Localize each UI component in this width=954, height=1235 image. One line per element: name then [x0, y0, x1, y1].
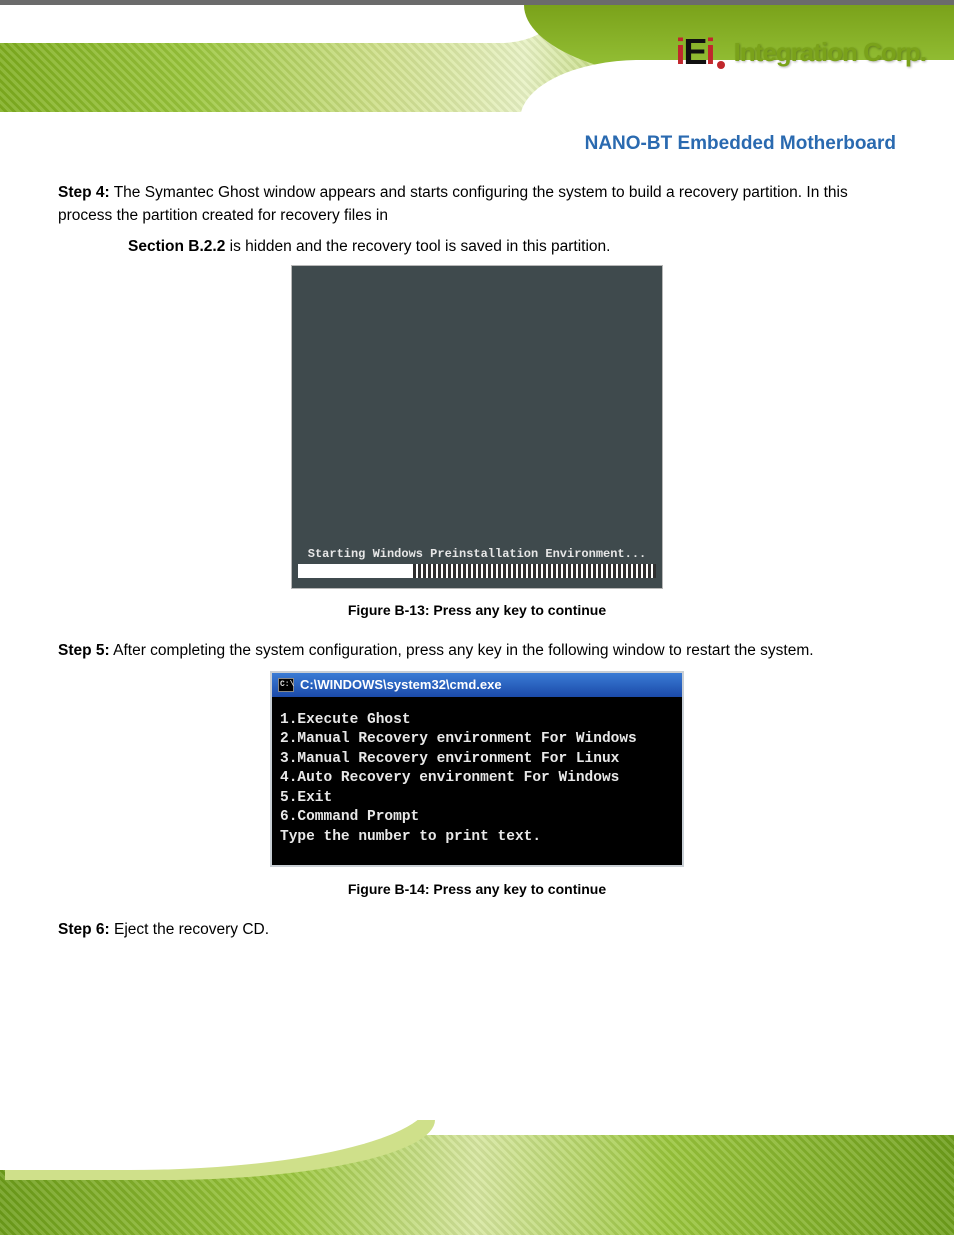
figure-b13-caption: Figure B-13: Press any key to continue — [58, 600, 896, 621]
logo-mark-icon: iEi — [676, 31, 728, 73]
figure-b14: C:\WINDOWS\system32\cmd.exe 1.Execute Gh… — [270, 671, 684, 868]
cmd-icon — [278, 678, 294, 692]
step-6-label: Step 6: — [58, 921, 110, 938]
cmd-line-4: 4.Auto Recovery environment For Windows — [280, 770, 619, 786]
cmd-line-1: 1.Execute Ghost — [280, 712, 411, 728]
cmd-body: 1.Execute Ghost 2.Manual Recovery enviro… — [272, 697, 682, 866]
step-4: Step 4: The Symantec Ghost window appear… — [58, 181, 896, 228]
cmd-titlebar: C:\WINDOWS\system32\cmd.exe — [272, 673, 682, 697]
step-4-label: Step 4: — [58, 184, 110, 201]
figure-b13: Starting Windows Preinstallation Environ… — [292, 266, 662, 588]
step-4-rest: is hidden and the recovery tool is saved… — [225, 238, 610, 255]
step-6-text: Eject the recovery CD. — [114, 921, 269, 938]
step-5: Step 5: After completing the system conf… — [58, 639, 896, 662]
cmd-line-5: 5.Exit — [280, 790, 332, 806]
header-swoosh — [0, 5, 560, 43]
cmd-prompt: Type the number to print text. — [280, 829, 541, 845]
winpe-loading-text: Starting Windows Preinstallation Environ… — [292, 548, 662, 560]
figure-b14-caption: Figure B-14: Press any key to continue — [58, 879, 896, 900]
page-body: NANO-BT Embedded Motherboard Step 4: The… — [0, 120, 954, 950]
cmd-line-3: 3.Manual Recovery environment For Linux — [280, 751, 619, 767]
step-5-text: After completing the system configuratio… — [113, 642, 813, 659]
progress-bar-icon — [298, 564, 656, 578]
brand-name: Integration Corp. — [734, 37, 926, 68]
document-title: NANO-BT Embedded Motherboard — [58, 130, 896, 159]
cmd-title-text: C:\WINDOWS\system32\cmd.exe — [300, 678, 502, 691]
footer-swoosh — [0, 1100, 430, 1170]
footer-banner — [0, 1135, 954, 1235]
header-banner: iEi Integration Corp. — [0, 0, 954, 112]
cmd-line-2: 2.Manual Recovery environment For Window… — [280, 731, 637, 747]
step-4-section-ref: Section B.2.2 — [128, 238, 225, 255]
step-4-text: The Symantec Ghost window appears and st… — [58, 184, 848, 224]
step-4-continuation: Section B.2.2 is hidden and the recovery… — [128, 235, 896, 258]
brand-logo: iEi Integration Corp. — [676, 31, 926, 73]
cmd-line-6: 6.Command Prompt — [280, 809, 419, 825]
step-6: Step 6: Eject the recovery CD. — [58, 918, 896, 941]
step-5-label: Step 5: — [58, 642, 110, 659]
